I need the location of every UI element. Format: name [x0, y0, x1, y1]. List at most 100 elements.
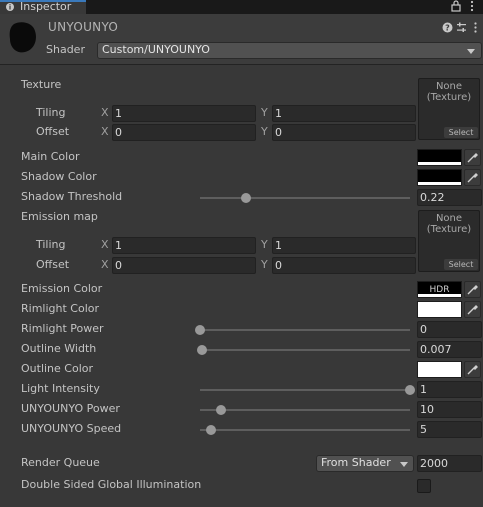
- emission-tiling-y-label: Y: [261, 238, 268, 251]
- emission-offset-x-field[interactable]: 0: [112, 257, 256, 274]
- eyedropper-icon: [467, 173, 478, 183]
- main-color-label: Main Color: [21, 150, 80, 163]
- eyedropper-icon: [467, 365, 478, 375]
- alpha-bar: [418, 182, 461, 185]
- material-name: UNYOUNYO: [48, 20, 119, 34]
- svg-text:?: ?: [445, 24, 450, 33]
- outline-width-field[interactable]: 0.007: [417, 341, 482, 358]
- shader-dropdown[interactable]: Custom/UNYOUNYO: [97, 42, 482, 59]
- texture-label: Texture: [21, 78, 62, 91]
- outline-width-knob[interactable]: [197, 345, 208, 355]
- outline-color-swatch[interactable]: [417, 361, 462, 378]
- emission-color-swatch[interactable]: HDR: [417, 281, 462, 298]
- eyedropper-icon: [467, 305, 478, 315]
- shader-value: Custom/UNYOUNYO: [102, 43, 210, 56]
- tab-inspector[interactable]: Inspector: [0, 0, 86, 14]
- emission-tiling-y-field[interactable]: 1: [272, 237, 416, 254]
- emission-slot-none: None: [435, 213, 463, 224]
- shader-label: Shader: [46, 43, 85, 56]
- rimlight-color-label: Rimlight Color: [21, 302, 100, 315]
- rimlight-color-swatch[interactable]: [417, 301, 462, 318]
- rimlight-power-knob[interactable]: [195, 325, 205, 335]
- alpha-bar: [418, 294, 461, 297]
- emission-map-label: Emission map: [21, 210, 98, 223]
- outline-color-label: Outline Color: [21, 362, 94, 375]
- emission-tiling-x-field[interactable]: 1: [112, 237, 256, 254]
- main-color-swatch[interactable]: [417, 149, 462, 166]
- shadow-color-picker[interactable]: [464, 169, 481, 186]
- tab-label: Inspector: [20, 0, 72, 13]
- help-icon[interactable]: ?: [442, 22, 453, 33]
- texture-tiling-x-field[interactable]: 1: [112, 105, 256, 122]
- texture-tiling-x-label: X: [101, 106, 109, 119]
- info-icon: [6, 3, 14, 11]
- emission-offset-label: Offset: [36, 258, 70, 271]
- unyounyo-speed-field[interactable]: 5: [417, 421, 482, 438]
- texture-slot-none: None: [435, 81, 463, 92]
- shadow-threshold-label: Shadow Threshold: [21, 190, 123, 203]
- rimlight-power-field[interactable]: 0: [417, 321, 482, 338]
- outline-width-track[interactable]: [200, 349, 410, 351]
- texture-offset-x-label: X: [101, 125, 109, 138]
- lock-icon[interactable]: [450, 0, 462, 12]
- rimlight-power-label: Rimlight Power: [21, 322, 104, 335]
- outline-color-picker[interactable]: [464, 361, 481, 378]
- alpha-bar: [418, 162, 461, 165]
- texture-slot[interactable]: None (Texture) Select: [418, 78, 480, 140]
- emission-offset-y-field[interactable]: 0: [272, 257, 416, 274]
- texture-slot-type: (Texture): [426, 92, 472, 103]
- double-sided-gi-label: Double Sided Global Illumination: [21, 478, 202, 491]
- chevron-down-icon: [400, 462, 408, 467]
- chevron-down-icon: [467, 49, 475, 54]
- shadow-color-label: Shadow Color: [21, 170, 97, 183]
- emission-tiling-label: Tiling: [36, 238, 66, 251]
- main-color-picker[interactable]: [464, 149, 481, 166]
- render-queue-mode: From Shader: [321, 456, 391, 469]
- double-sided-gi-checkbox[interactable]: [417, 479, 431, 493]
- render-queue-label: Render Queue: [21, 456, 100, 469]
- emission-color-picker[interactable]: [464, 281, 481, 298]
- texture-tiling-y-label: Y: [261, 106, 268, 119]
- emission-slot-type: (Texture): [426, 224, 472, 235]
- emission-offset-x-label: X: [101, 258, 109, 271]
- eyedropper-icon: [467, 153, 478, 163]
- texture-offset-x-field[interactable]: 0: [112, 124, 256, 141]
- emission-map-slot[interactable]: None (Texture) Select: [418, 210, 480, 272]
- texture-offset-y-label: Y: [261, 125, 268, 138]
- texture-select-button[interactable]: Select: [444, 127, 478, 138]
- eyedropper-icon: [467, 285, 478, 295]
- texture-offset-label: Offset: [36, 125, 70, 138]
- shadow-threshold-field[interactable]: 0.22: [417, 189, 482, 206]
- unyounyo-speed-track[interactable]: [200, 429, 410, 431]
- kebab-menu-icon[interactable]: [470, 22, 481, 33]
- texture-offset-y-field[interactable]: 0: [272, 124, 416, 141]
- render-queue-field[interactable]: 2000: [417, 455, 482, 472]
- unyounyo-power-field[interactable]: 10: [417, 401, 482, 418]
- render-queue-mode-dropdown[interactable]: From Shader: [316, 455, 414, 472]
- emission-tiling-x-label: X: [101, 238, 109, 251]
- light-intensity-label: Light Intensity: [21, 382, 100, 395]
- light-intensity-track[interactable]: [200, 389, 410, 391]
- unyounyo-power-label: UNYOUNYO Power: [21, 402, 120, 415]
- outline-width-label: Outline Width: [21, 342, 97, 355]
- material-preview-icon: [9, 22, 36, 53]
- tab-bar: Inspector: [0, 0, 483, 14]
- unyounyo-power-knob[interactable]: [216, 405, 226, 415]
- shadow-threshold-knob[interactable]: [241, 193, 252, 203]
- emission-offset-y-label: Y: [261, 258, 268, 271]
- menu-dots-icon[interactable]: [466, 0, 478, 12]
- rimlight-power-track[interactable]: [200, 329, 410, 331]
- texture-tiling-y-field[interactable]: 1: [272, 105, 416, 122]
- light-intensity-field[interactable]: 1: [417, 381, 482, 398]
- light-intensity-knob[interactable]: [405, 385, 415, 395]
- rimlight-color-picker[interactable]: [464, 301, 481, 318]
- unyounyo-speed-label: UNYOUNYO Speed: [21, 422, 122, 435]
- emission-color-label: Emission Color: [21, 282, 103, 295]
- unyounyo-speed-knob[interactable]: [205, 425, 216, 435]
- unyounyo-power-track[interactable]: [200, 409, 410, 411]
- texture-tiling-label: Tiling: [36, 106, 66, 119]
- preset-sliders-icon[interactable]: [456, 22, 467, 33]
- emission-select-button[interactable]: Select: [444, 259, 478, 270]
- shadow-color-swatch[interactable]: [417, 169, 462, 186]
- shadow-threshold-track[interactable]: [200, 197, 410, 199]
